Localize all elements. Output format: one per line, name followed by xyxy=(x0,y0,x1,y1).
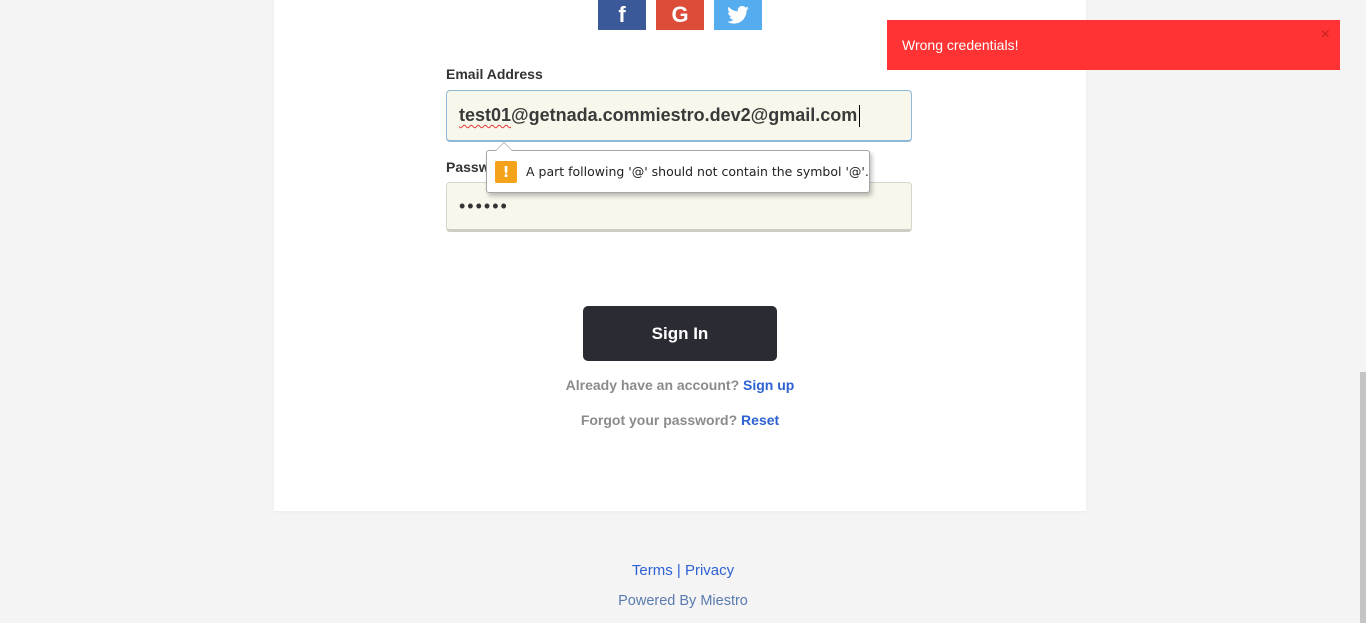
email-field[interactable]: test01 @getnada.commiestro.dev2@gmail.com xyxy=(446,90,912,142)
signup-prompt: Already have an account? Sign up xyxy=(274,377,1086,393)
close-icon[interactable]: × xyxy=(1321,26,1330,44)
facebook-icon: f xyxy=(618,2,626,27)
login-card: f G Email Address test01 @getnada.commies… xyxy=(274,0,1086,511)
toast-message: Wrong credentials! xyxy=(902,37,1019,53)
sign-in-button[interactable]: Sign In xyxy=(583,306,777,361)
google-icon: G xyxy=(671,2,689,27)
privacy-link[interactable]: Privacy xyxy=(685,562,734,579)
terms-link[interactable]: Terms xyxy=(632,562,673,579)
sign-up-link[interactable]: Sign up xyxy=(743,377,794,393)
page-scrollbar[interactable] xyxy=(1360,372,1366,623)
twitter-login-button[interactable] xyxy=(714,0,762,30)
google-login-button[interactable]: G xyxy=(656,0,704,30)
twitter-icon xyxy=(727,6,749,24)
text-caret xyxy=(859,104,861,127)
warning-icon: ! xyxy=(495,160,517,183)
footer-separator: | xyxy=(676,562,681,579)
email-value-prefix: test01 xyxy=(459,105,512,125)
reset-link[interactable]: Reset xyxy=(741,412,779,428)
have-account-text: Already have an account? xyxy=(565,377,740,393)
footer-links: Terms | Privacy xyxy=(0,562,1366,579)
validation-message: A part following '@' should not contain … xyxy=(526,164,869,179)
email-value-rest: @getnada.commiestro.dev2@gmail.com xyxy=(511,105,858,125)
validation-tooltip: ! A part following '@' should not contai… xyxy=(486,142,870,193)
error-toast: Wrong credentials! × xyxy=(887,20,1340,70)
facebook-login-button[interactable]: f xyxy=(598,0,646,30)
email-label: Email Address xyxy=(446,66,543,82)
powered-by-text: Powered By Miestro xyxy=(618,593,748,609)
forgot-password-text: Forgot your password? xyxy=(580,412,738,428)
forgot-prompt: Forgot your password? Reset xyxy=(274,412,1086,428)
